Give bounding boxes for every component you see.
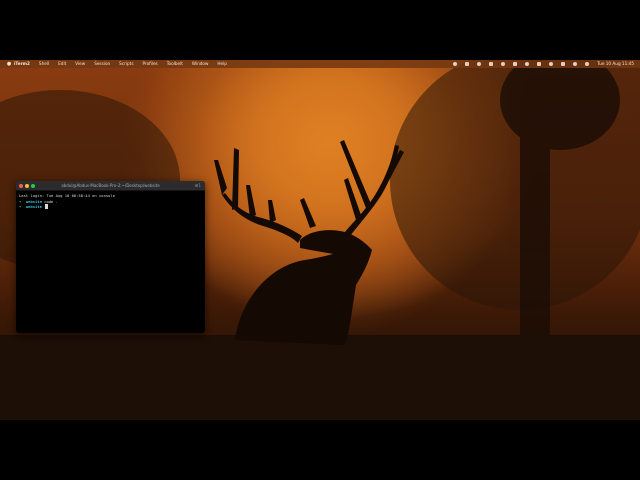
terminal-shortcut-label: ⌘1 [194, 183, 201, 188]
text-cursor [45, 204, 48, 209]
menu-edit[interactable]: Edit [58, 60, 66, 68]
desktop: ● iTerm2 Shell Edit View Session Scripts… [0, 60, 640, 420]
menu-profiles[interactable]: Profiles [143, 60, 158, 68]
prompt-arrow-icon: ➜ [19, 204, 22, 210]
terminal-titlebar[interactable]: abdul@Abdus-MacBook-Pro-2:~/Desktop/webs… [16, 181, 205, 191]
search-icon[interactable] [573, 62, 578, 66]
control-center-icon[interactable] [561, 62, 566, 66]
prompt-directory: website [25, 198, 42, 204]
app-icon[interactable] [513, 62, 518, 66]
terminal-prompt-line[interactable]: ➜ website [19, 204, 202, 210]
menu-help[interactable]: Help [217, 60, 227, 68]
wifi-icon[interactable] [549, 62, 554, 66]
record-icon[interactable] [453, 62, 458, 66]
prompt-directory: website [25, 204, 42, 210]
sync-icon[interactable] [477, 62, 482, 66]
prompt-arrow-icon: ➜ [19, 198, 22, 204]
menu-toolbelt[interactable]: Toolbelt [167, 60, 183, 68]
menu-scripts[interactable]: Scripts [119, 60, 133, 68]
menu-view[interactable]: View [75, 60, 85, 68]
terminal-window[interactable]: abdul@Abdus-MacBook-Pro-2:~/Desktop/webs… [16, 181, 205, 333]
menu-bar: ● iTerm2 Shell Edit View Session Scripts… [0, 60, 640, 68]
app-icon[interactable] [489, 62, 494, 66]
menu-session[interactable]: Session [94, 60, 110, 68]
terminal-title: abdul@Abdus-MacBook-Pro-2:~/Desktop/webs… [61, 183, 160, 188]
siri-icon[interactable] [585, 62, 590, 66]
status-area: Tue 10 Aug 11:45 [445, 60, 634, 68]
menu-iterm2[interactable]: iTerm2 [14, 60, 30, 68]
bluetooth-icon[interactable] [525, 62, 530, 66]
menu-window[interactable]: Window [192, 60, 209, 68]
menu-shell[interactable]: Shell [39, 60, 49, 68]
menu-bar-clock[interactable]: Tue 10 Aug 11:45 [597, 60, 634, 68]
apple-logo-icon[interactable]: ● [4, 60, 14, 68]
terminal-output[interactable]: Last login: Tue Aug 10 08:58:44 on conso… [16, 191, 205, 212]
headphones-icon[interactable] [501, 62, 506, 66]
display-icon[interactable] [465, 62, 470, 66]
battery-icon[interactable] [537, 62, 542, 66]
command-text: code . [44, 198, 58, 204]
